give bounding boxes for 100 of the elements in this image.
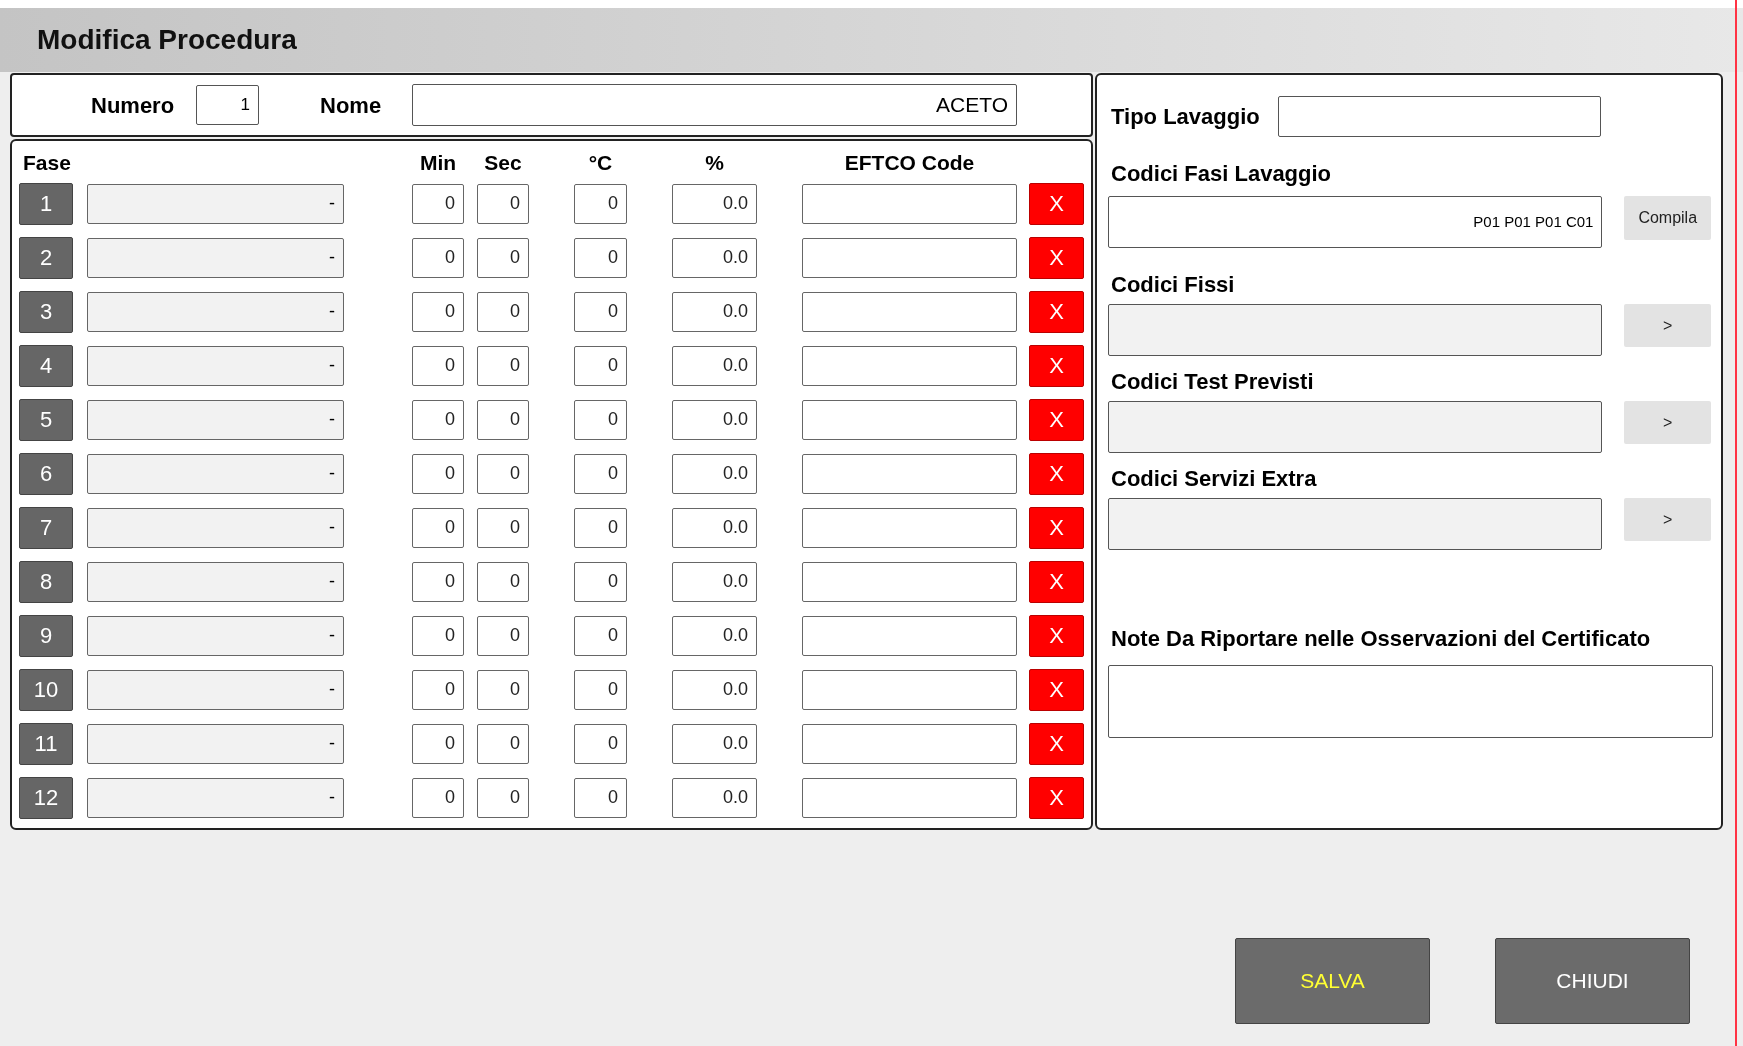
temperature-field[interactable]: 0	[574, 183, 627, 224]
phase-number-button[interactable]: 6	[19, 452, 73, 495]
phase-number-button[interactable]: 12	[19, 776, 73, 819]
phase-name-field[interactable]: -	[87, 615, 344, 656]
action-button[interactable]: SALVA	[1235, 938, 1430, 1024]
phase-name-field[interactable]: -	[87, 561, 344, 602]
phase-name-field[interactable]: -	[87, 399, 344, 440]
open-button[interactable]: >	[1624, 401, 1711, 444]
codici-fasi-field[interactable]: P01 P01 P01 C01	[1108, 196, 1603, 248]
temperature-field[interactable]: 0	[574, 777, 627, 818]
percent-field[interactable]: 0.0	[672, 723, 757, 764]
percent-field[interactable]: 0.0	[672, 237, 757, 278]
phase-name-field[interactable]: -	[87, 237, 344, 278]
temperature-field[interactable]: 0	[574, 399, 627, 440]
temperature-field[interactable]: 0	[574, 561, 627, 602]
temperature-field[interactable]: 0	[574, 453, 627, 494]
phase-name-field[interactable]: -	[87, 507, 344, 548]
phase-number-button[interactable]: 10	[19, 668, 73, 711]
minutes-field[interactable]: 0	[412, 453, 464, 494]
action-button[interactable]: CHIUDI	[1495, 938, 1690, 1024]
seconds-field[interactable]: 0	[477, 561, 529, 602]
minutes-field[interactable]: 0	[412, 723, 464, 764]
delete-button[interactable]: X	[1029, 722, 1084, 765]
eftco-code-field[interactable]	[802, 669, 1017, 710]
seconds-field[interactable]: 0	[477, 237, 529, 278]
delete-button[interactable]: X	[1029, 776, 1084, 819]
seconds-field[interactable]: 0	[477, 183, 529, 224]
eftco-code-field[interactable]	[802, 291, 1017, 332]
percent-field[interactable]: 0.0	[672, 615, 757, 656]
phase-number-button[interactable]: 4	[19, 344, 73, 387]
eftco-code-field[interactable]	[802, 723, 1017, 764]
phase-number-button[interactable]: 3	[19, 290, 73, 333]
open-button[interactable]: >	[1624, 498, 1711, 541]
percent-field[interactable]: 0.0	[672, 399, 757, 440]
eftco-code-field[interactable]	[802, 561, 1017, 602]
delete-button[interactable]: X	[1029, 236, 1084, 279]
seconds-field[interactable]: 0	[477, 453, 529, 494]
eftco-code-field[interactable]	[802, 453, 1017, 494]
temperature-field[interactable]: 0	[574, 345, 627, 386]
phase-number-button[interactable]: 9	[19, 614, 73, 657]
temperature-field[interactable]: 0	[574, 237, 627, 278]
delete-button[interactable]: X	[1029, 668, 1084, 711]
phase-name-field[interactable]: -	[87, 723, 344, 764]
eftco-code-field[interactable]	[802, 345, 1017, 386]
percent-field[interactable]: 0.0	[672, 561, 757, 602]
phase-number-button[interactable]: 1	[19, 182, 73, 225]
minutes-field[interactable]: 0	[412, 507, 464, 548]
delete-button[interactable]: X	[1029, 290, 1084, 333]
minutes-field[interactable]: 0	[412, 777, 464, 818]
seconds-field[interactable]: 0	[477, 291, 529, 332]
temperature-field[interactable]: 0	[574, 615, 627, 656]
seconds-field[interactable]: 0	[477, 777, 529, 818]
compila-button[interactable]: Compila	[1624, 196, 1711, 240]
codes-field[interactable]	[1108, 304, 1603, 356]
percent-field[interactable]: 0.0	[672, 291, 757, 332]
delete-button[interactable]: X	[1029, 398, 1084, 441]
seconds-field[interactable]: 0	[477, 723, 529, 764]
eftco-code-field[interactable]	[802, 237, 1017, 278]
tipo-lavaggio-field[interactable]	[1278, 95, 1601, 137]
seconds-field[interactable]: 0	[477, 399, 529, 440]
phase-number-button[interactable]: 8	[19, 560, 73, 603]
temperature-field[interactable]: 0	[574, 507, 627, 548]
percent-field[interactable]: 0.0	[672, 777, 757, 818]
temperature-field[interactable]: 0	[574, 291, 627, 332]
seconds-field[interactable]: 0	[477, 345, 529, 386]
percent-field[interactable]: 0.0	[672, 345, 757, 386]
minutes-field[interactable]: 0	[412, 615, 464, 656]
minutes-field[interactable]: 0	[412, 291, 464, 332]
open-button[interactable]: >	[1624, 304, 1711, 347]
temperature-field[interactable]: 0	[574, 723, 627, 764]
percent-field[interactable]: 0.0	[672, 669, 757, 710]
note-field[interactable]	[1108, 665, 1713, 738]
minutes-field[interactable]: 0	[412, 237, 464, 278]
codes-field[interactable]	[1108, 498, 1603, 550]
delete-button[interactable]: X	[1029, 452, 1084, 495]
phase-number-button[interactable]: 5	[19, 398, 73, 441]
phase-name-field[interactable]: -	[87, 453, 344, 494]
eftco-code-field[interactable]	[802, 507, 1017, 548]
delete-button[interactable]: X	[1029, 182, 1084, 225]
phase-name-field[interactable]: -	[87, 183, 344, 224]
phase-name-field[interactable]: -	[87, 291, 344, 332]
percent-field[interactable]: 0.0	[672, 183, 757, 224]
phase-name-field[interactable]: -	[87, 777, 344, 818]
percent-field[interactable]: 0.0	[672, 507, 757, 548]
minutes-field[interactable]: 0	[412, 669, 464, 710]
eftco-code-field[interactable]	[802, 777, 1017, 818]
nome-field[interactable]: ACETO	[412, 84, 1017, 126]
phase-name-field[interactable]: -	[87, 345, 344, 386]
numero-field[interactable]: 1	[196, 85, 259, 125]
minutes-field[interactable]: 0	[412, 399, 464, 440]
delete-button[interactable]: X	[1029, 614, 1084, 657]
codes-field[interactable]	[1108, 401, 1603, 453]
seconds-field[interactable]: 0	[477, 669, 529, 710]
minutes-field[interactable]: 0	[412, 561, 464, 602]
phase-number-button[interactable]: 7	[19, 506, 73, 549]
seconds-field[interactable]: 0	[477, 507, 529, 548]
delete-button[interactable]: X	[1029, 560, 1084, 603]
minutes-field[interactable]: 0	[412, 183, 464, 224]
eftco-code-field[interactable]	[802, 399, 1017, 440]
minutes-field[interactable]: 0	[412, 345, 464, 386]
